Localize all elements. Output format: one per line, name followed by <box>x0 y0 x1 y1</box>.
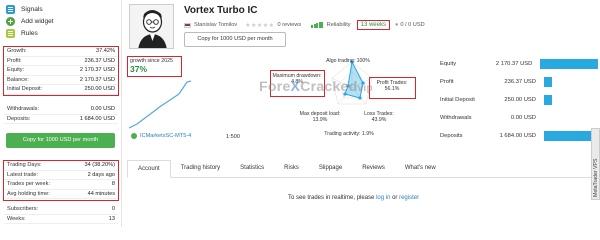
highlight-box <box>369 77 416 99</box>
growth-sparkline <box>128 80 192 129</box>
summary-bar <box>540 59 598 69</box>
summary-bar <box>544 77 552 87</box>
signal-meta: Stanislav Tomilov ★★★★★ 0 reviews Reliab… <box>184 20 425 30</box>
tab-statistics[interactable]: Statistics <box>230 160 274 178</box>
radar-max-deposit-load: Max deposit load: 13.9% <box>292 111 348 123</box>
realtime-text: To see trades in realtime, please <box>288 195 375 201</box>
copy-subscription-button[interactable]: Copy for 1000 USD per month <box>6 133 115 148</box>
summary-row: Equity 2 170.37 USD <box>440 55 598 73</box>
page-title: Vortex Turbo IC <box>184 5 258 16</box>
summary-value: 1 684.00 USD <box>499 133 536 139</box>
tab-reviews[interactable]: Reviews <box>352 160 395 178</box>
left-sidebar: Signals Add widget Rules Growth: 37.42% P… <box>0 0 122 227</box>
login-link[interactable]: log in <box>376 195 390 201</box>
realtime-notice: To see trades in realtime, please log in… <box>288 195 419 201</box>
watermark-text: X <box>290 78 301 94</box>
broker-server[interactable]: ICMarketsSC-MT5-4 <box>131 133 191 139</box>
metatrader-vps-tab[interactable]: MetaTrader VPS <box>591 128 600 200</box>
highlight-box <box>3 160 119 201</box>
rating-stars: ★★★★★ <box>245 22 275 29</box>
stat-value: 1 684.00 USD <box>79 115 115 122</box>
stat-deposits: Deposits: 1 684.00 USD <box>4 115 118 125</box>
summary-label: Equity <box>440 61 457 67</box>
sidebar-item-rules[interactable]: Rules <box>6 27 118 39</box>
broker-server-label: ICMarketsSC-MT5-4 <box>140 133 192 139</box>
growth-value: 37% <box>130 64 148 74</box>
radar-algo-trading: Algo trading: 100% <box>326 58 370 64</box>
stat-value: 13 <box>108 215 115 222</box>
summary-row: Profit 236.37 USD <box>440 73 598 91</box>
tab-slippage[interactable]: Slippage <box>309 160 352 178</box>
vps-tab-label: MetaTrader VPS <box>593 158 599 197</box>
reviews-link[interactable]: 0 reviews <box>278 22 302 28</box>
radar-loss-trades: Loss Trades: 43.9% <box>359 111 399 123</box>
tab-whats-new[interactable]: What's new <box>395 160 446 178</box>
highlight-box <box>3 46 119 96</box>
watermark-text: Cracked <box>300 78 358 94</box>
subscribers-value: 0 / 0 USD <box>400 22 425 28</box>
avatar <box>129 4 174 49</box>
radar-value: 13.9% <box>312 117 328 124</box>
sidebar-item-signals[interactable]: Signals <box>6 3 118 15</box>
weeks-badge: 13 weeks <box>356 20 390 30</box>
reliability-icon <box>311 22 324 28</box>
tab-trading-history[interactable]: Trading history <box>171 160 230 178</box>
summary-bar <box>544 131 597 141</box>
subscribers-icon: ● <box>394 22 399 28</box>
summary-label: Initial Deposit <box>440 97 475 103</box>
stats-group-subscribers: Subscribers: 0 Weeks: 13 <box>4 205 118 225</box>
signal-main: Vortex Turbo IC Stanislav Tomilov ★★★★★ … <box>122 0 600 227</box>
reliability-label: Reliability <box>326 22 351 28</box>
summary-row: Initial Deposit 250.00 USD <box>440 91 598 109</box>
summary-value: 236.37 USD <box>504 79 536 85</box>
rules-icon <box>6 28 15 38</box>
stat-label: Withdrawals: <box>7 106 40 112</box>
summary-value: 250.00 USD <box>504 97 536 103</box>
stat-label: Deposits: <box>7 115 31 122</box>
summary-row: Withdrawals 0.00 USD <box>440 109 598 127</box>
leverage-value: 1:500 <box>226 134 240 140</box>
radar-trading-activity: Trading activity: 1.9% <box>324 131 374 137</box>
stat-value: 0 <box>111 206 115 212</box>
watermark-text: vip <box>357 83 373 94</box>
summary-row: Deposits 1 684.00 USD <box>440 127 598 145</box>
stat-label: Weeks: <box>7 215 26 222</box>
growth-summary: growth since 2025 37% <box>127 56 182 77</box>
stats-group-funds: Withdrawals: 0.00 USD Deposits: 1 684.00 U… <box>4 105 118 125</box>
tab-account[interactable]: Account <box>127 160 171 178</box>
stat-subscribers: Subscribers: 0 <box>4 205 118 215</box>
sidebar-links: Signals Add widget Rules <box>6 3 118 39</box>
sidebar-item-label: Signals <box>21 5 43 13</box>
copy-subscription-button-main[interactable]: Copy for 1000 USD per month <box>184 32 286 47</box>
summary-bar <box>544 95 553 105</box>
flag-icon <box>184 22 191 28</box>
watermark-text: Fore <box>259 78 291 94</box>
signals-icon <box>6 4 15 14</box>
add-icon <box>6 16 15 26</box>
signal-tabs: Account Trading history Statistics Risks… <box>127 160 597 178</box>
summary-value: 0.00 USD <box>510 115 536 121</box>
register-link[interactable]: register <box>399 195 419 201</box>
stat-weeks: Weeks: 13 <box>4 215 118 225</box>
radar-value: 43.9% <box>371 117 387 124</box>
stat-withdrawals: Withdrawals: 0.00 USD <box>4 105 118 115</box>
summary-label: Deposits <box>440 133 463 139</box>
account-summary: Equity 2 170.37 USD Profit 236.37 USD Init… <box>440 55 598 145</box>
watermark: ForeXCrackedvip <box>259 78 373 94</box>
tab-risks[interactable]: Risks <box>274 160 309 178</box>
sidebar-item-label: Rules <box>21 29 38 37</box>
stat-value: 0.00 USD <box>90 106 115 112</box>
sidebar-item-add-widget[interactable]: Add widget <box>6 15 118 27</box>
avatar-illustration <box>130 5 173 48</box>
verified-icon <box>131 133 137 139</box>
sidebar-item-label: Add widget <box>21 17 54 25</box>
realtime-text: or <box>392 195 398 201</box>
summary-value: 2 170.37 USD <box>495 61 533 67</box>
summary-label: Withdrawals <box>440 115 472 121</box>
author-link[interactable]: Stanislav Tomilov <box>194 22 237 28</box>
summary-label: Profit <box>440 79 454 85</box>
stat-label: Subscribers: <box>7 206 39 212</box>
